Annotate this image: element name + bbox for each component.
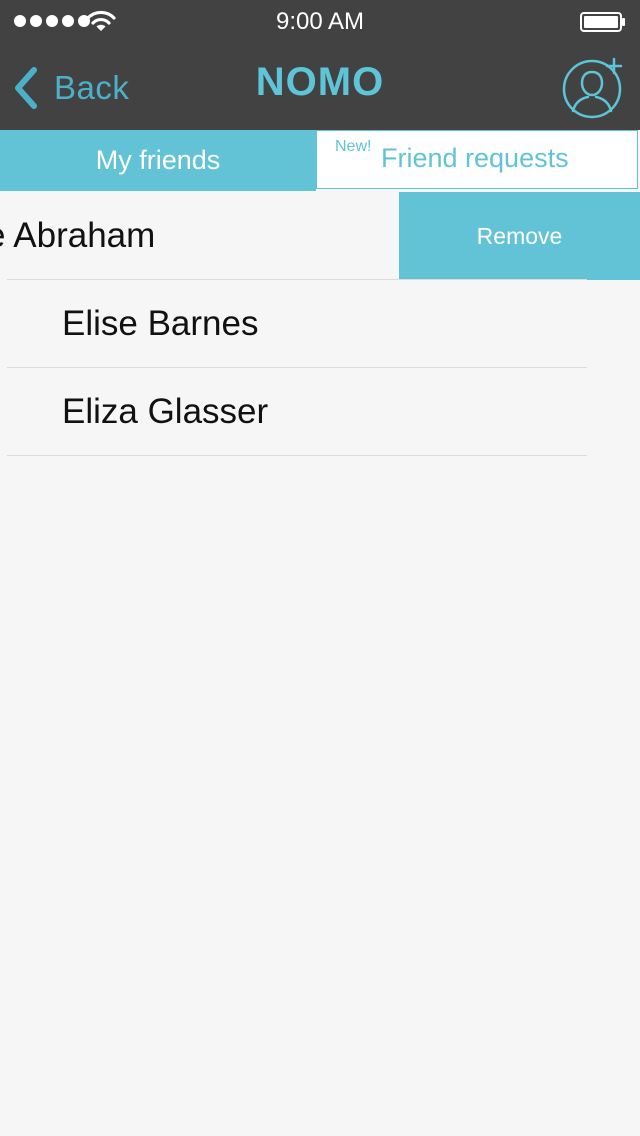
tab-friend-requests[interactable]: New! Friend requests: [316, 130, 638, 189]
row-divider: [7, 455, 587, 456]
friends-tabs: My friends New! Friend requests: [0, 130, 640, 192]
add-user-icon[interactable]: [562, 56, 626, 120]
top-bar: 9:00 AM Back NOMO: [0, 0, 640, 130]
remove-label: Remove: [476, 222, 563, 249]
tab-friend-requests-label: Friend requests: [381, 143, 569, 173]
remove-button[interactable]: Remove: [399, 192, 640, 280]
friend-name: e Abraham: [0, 216, 156, 255]
battery-icon: [580, 12, 625, 32]
friend-row[interactable]: e Abraham Remove: [0, 192, 640, 280]
status-time: 9:00 AM: [275, 8, 365, 35]
friend-row[interactable]: Elise Barnes: [0, 279, 640, 368]
app-screen: 9:00 AM Back NOMO My friends New! Friend…: [0, 0, 640, 1136]
friend-row[interactable]: Eliza Glasser: [0, 368, 640, 456]
friend-name: Elise Barnes: [62, 304, 259, 343]
status-bar: 9:00 AM: [0, 0, 640, 44]
friends-list: e Abraham Remove Elise Barnes Eliza Glas…: [0, 192, 640, 456]
app-title: NOMO: [255, 60, 385, 104]
row-divider: [7, 279, 587, 280]
new-badge: New!: [335, 138, 372, 155]
friend-name: Eliza Glasser: [62, 392, 269, 431]
tab-my-friends-label: My friends: [95, 145, 221, 175]
tab-my-friends[interactable]: My friends: [0, 130, 316, 191]
navigation-bar: Back NOMO: [0, 44, 640, 130]
